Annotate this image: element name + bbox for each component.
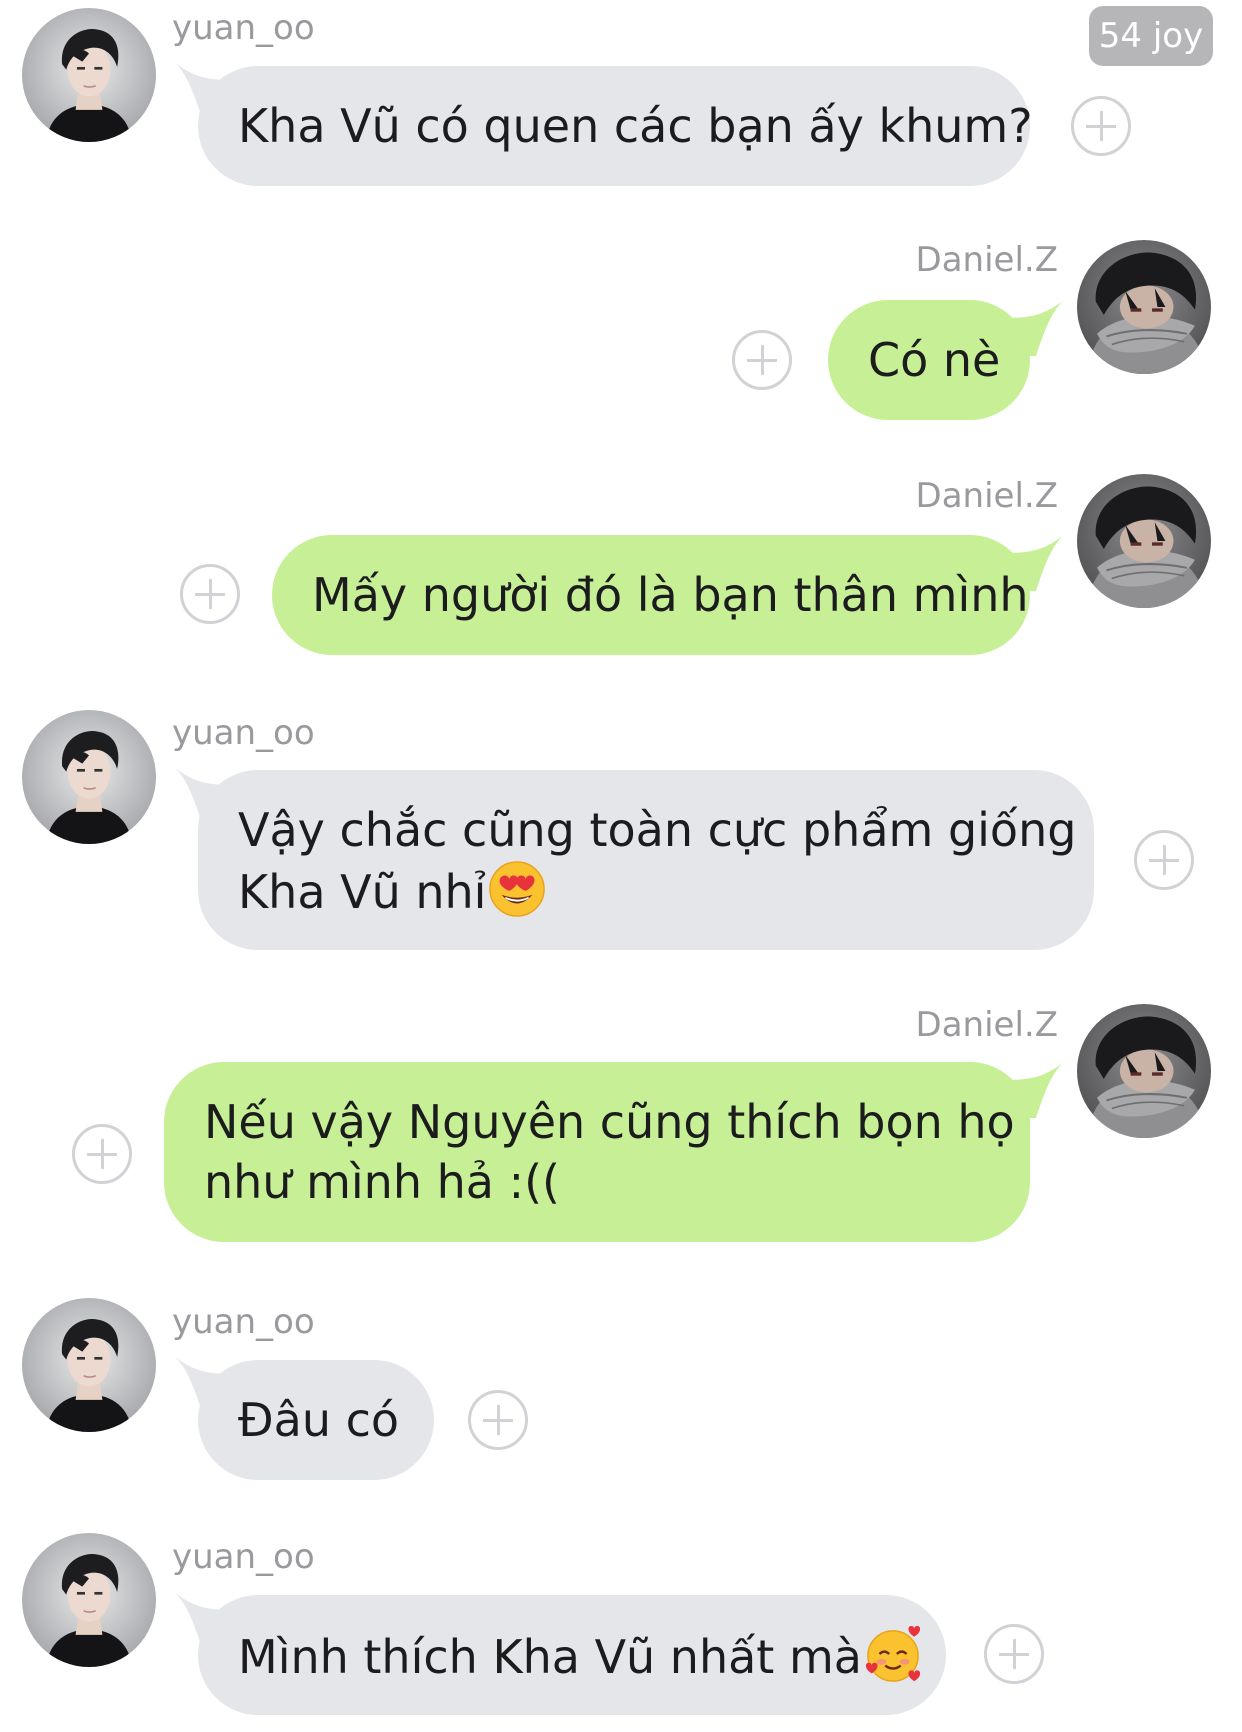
message-text-line: Kha Vũ nhỉ	[238, 865, 487, 919]
message-bubble[interactable]: Mấy người đó là bạn thân mình	[272, 535, 1030, 655]
sender-username: yuan_oo	[172, 8, 315, 48]
smiling-with-hearts-emoji-icon	[864, 1625, 922, 1683]
sender-username: Daniel.Z	[915, 1005, 1058, 1045]
sender-username: Daniel.Z	[915, 240, 1058, 280]
add-reaction-plus-icon[interactable]	[732, 330, 792, 390]
avatar-image	[1077, 240, 1211, 374]
sender-username: yuan_oo	[172, 1302, 315, 1342]
message-text-line: như mình hả :((	[204, 1155, 560, 1209]
avatar-image	[1077, 1004, 1211, 1138]
avatar-image	[22, 1533, 156, 1667]
message-text-line: Vậy chắc cũng toàn cực phẩm giống	[238, 803, 1077, 857]
add-reaction-plus-icon[interactable]	[72, 1124, 132, 1184]
sender-username: Daniel.Z	[915, 476, 1058, 516]
message-bubble[interactable]: Kha Vũ có quen các bạn ấy khum?	[198, 66, 1033, 186]
message-text: Có nè	[868, 333, 1001, 387]
message-bubble[interactable]: Mình thích Kha Vũ nhất mà	[198, 1595, 946, 1715]
message-bubble[interactable]: Đâu có	[198, 1360, 434, 1480]
message-bubble[interactable]: Vậy chắc cũng toàn cực phẩm giống Kha Vũ…	[198, 770, 1094, 950]
message-text: Kha Vũ có quen các bạn ấy khum?	[238, 99, 1033, 153]
sender-username: yuan_oo	[172, 713, 315, 753]
message-text: Mấy người đó là bạn thân mình	[312, 568, 1029, 622]
avatar-daniel-z[interactable]	[1077, 240, 1211, 374]
add-reaction-plus-icon[interactable]	[1071, 96, 1131, 156]
avatar-image	[1077, 474, 1211, 608]
message-bubble[interactable]: Có nè	[828, 300, 1030, 420]
avatar-yuan-oo[interactable]	[22, 1298, 156, 1432]
avatar-yuan-oo[interactable]	[22, 710, 156, 844]
avatar-yuan-oo[interactable]	[22, 1533, 156, 1667]
message-bubble[interactable]: Nếu vậy Nguyên cũng thích bọn họ như mìn…	[164, 1062, 1030, 1242]
avatar-image	[22, 1298, 156, 1432]
add-reaction-plus-icon[interactable]	[984, 1624, 1044, 1684]
avatar-image	[22, 710, 156, 844]
add-reaction-plus-icon[interactable]	[1134, 830, 1194, 890]
message-text: Mình thích Kha Vũ nhất mà	[238, 1630, 862, 1684]
message-text: Đâu có	[238, 1393, 400, 1447]
avatar-image	[22, 8, 156, 142]
avatar-daniel-z[interactable]	[1077, 1004, 1211, 1138]
heart-eyes-emoji-icon	[488, 860, 546, 918]
avatar-yuan-oo[interactable]	[22, 8, 156, 142]
message-text-line: Nếu vậy Nguyên cũng thích bọn họ	[204, 1095, 1015, 1149]
joy-counter-badge: 54 joy	[1089, 6, 1213, 66]
add-reaction-plus-icon[interactable]	[468, 1390, 528, 1450]
avatar-daniel-z[interactable]	[1077, 474, 1211, 608]
sender-username: yuan_oo	[172, 1537, 315, 1577]
add-reaction-plus-icon[interactable]	[180, 564, 240, 624]
